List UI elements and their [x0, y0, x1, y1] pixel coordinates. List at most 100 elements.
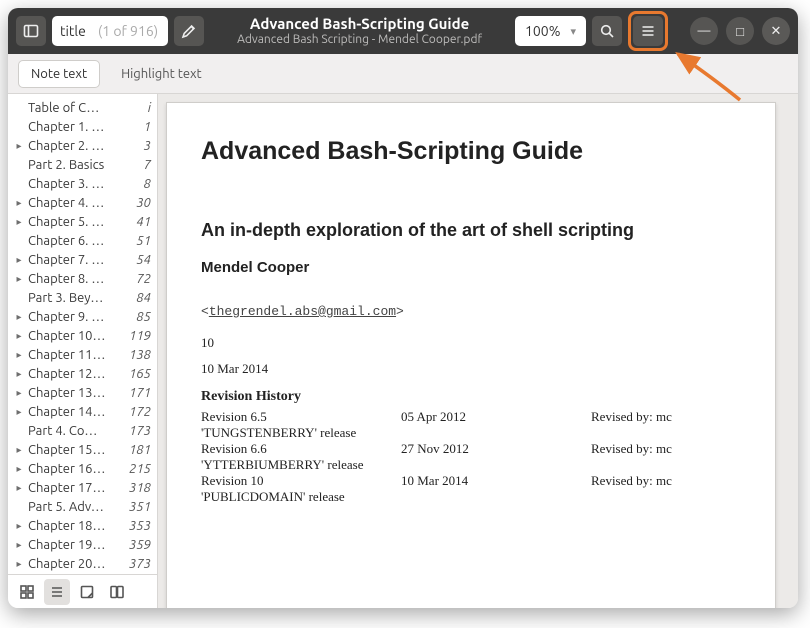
expander-icon[interactable]: ▸ [14, 216, 24, 228]
outline-row[interactable]: Chapter 6. …51 [12, 231, 153, 250]
outline-label: Part 5. Adv… [28, 500, 117, 514]
outline-row[interactable]: Chapter 1. …1 [12, 117, 153, 136]
view-outline-button[interactable] [44, 579, 70, 605]
expander-icon[interactable]: ▸ [14, 330, 24, 342]
outline-row[interactable]: ▸Chapter 11…138 [12, 345, 153, 364]
outline-row[interactable]: ▸Chapter 12…165 [12, 364, 153, 383]
outline-page: 173 [121, 424, 151, 438]
expander-icon[interactable]: ▸ [14, 368, 24, 380]
view-bookmarks-button[interactable] [104, 579, 130, 605]
zoom-value: 100% [525, 23, 560, 39]
revision-note-row: 'PUBLICDOMAIN' release [201, 489, 741, 505]
document-viewport[interactable]: Advanced Bash-Scripting Guide An in-dept… [158, 94, 798, 608]
outline-row[interactable]: Chapter 3. …8 [12, 174, 153, 193]
outline-row[interactable]: ▸ Chapter 13… 171 [12, 383, 153, 402]
expander-icon[interactable]: ▸ [14, 349, 24, 361]
outline-row[interactable]: Table of C…i [12, 98, 153, 117]
outline-row[interactable]: ▸Chapter 9. …85 [12, 307, 153, 326]
outline-label: Chapter 13… [28, 386, 117, 400]
revision-note: 'YTTERBIUMBERRY' release [201, 457, 363, 473]
titlebar: title (1 of 916) Advanced Bash-Scripting… [8, 8, 798, 54]
window-minimize-button[interactable]: ― [690, 17, 718, 45]
outline-label: Part 3. Bey… [28, 291, 117, 305]
sidepane-toggle-button[interactable] [16, 16, 46, 46]
page-content: Advanced Bash-Scripting Guide An in-dept… [166, 102, 776, 608]
outline-row[interactable]: Part 5. Adv…351 [12, 497, 153, 516]
expander-icon[interactable]: ▸ [14, 406, 24, 418]
outline-row[interactable]: ▸Chapter 7. …54 [12, 250, 153, 269]
outline-row[interactable]: ▸Chapter 14…172 [12, 402, 153, 421]
expander-icon[interactable]: ▸ [14, 140, 24, 152]
expander-icon[interactable]: ▸ [14, 463, 24, 475]
revision-id: Revision 6.6 [201, 441, 401, 457]
outline-page: 373 [121, 557, 151, 571]
page-number-value: title [52, 23, 94, 39]
outline-page: 359 [121, 538, 151, 552]
outline-label: Part 2. Basics [28, 158, 117, 172]
expander-icon[interactable]: ▸ [14, 539, 24, 551]
outline-page: 1 [121, 120, 151, 134]
chevron-down-icon: ▾ [570, 25, 576, 38]
window-close-button[interactable]: ✕ [762, 17, 790, 45]
outline-label: Chapter 18… [28, 519, 117, 533]
outline-row[interactable]: ▸Chapter 20…373 [12, 554, 153, 573]
view-thumbnails-button[interactable] [14, 579, 40, 605]
outline-page: 171 [121, 386, 151, 400]
outline-label: Chapter 7. … [28, 253, 117, 267]
outline-page: 318 [121, 481, 151, 495]
doc-h1: Advanced Bash-Scripting Guide [201, 137, 741, 166]
annotate-button[interactable] [174, 16, 204, 46]
outline-row[interactable]: ▸Chapter 18…353 [12, 516, 153, 535]
tab-note-text[interactable]: Note text [18, 60, 100, 88]
expander-icon[interactable]: ▸ [14, 558, 24, 570]
search-button[interactable] [592, 16, 622, 46]
revision-row: Revision 1010 Mar 2014Revised by: mc [201, 473, 741, 489]
window-maximize-button[interactable]: □ [726, 17, 754, 45]
expander-icon[interactable]: ▸ [14, 197, 24, 209]
outline-row[interactable]: ▸Chapter 2. …3 [12, 136, 153, 155]
grid-icon [19, 584, 35, 600]
outline-row[interactable]: ▸Chapter 17…318 [12, 478, 153, 497]
document-filename: Advanced Bash Scripting - Mendel Cooper.… [210, 33, 509, 47]
expander-icon[interactable]: ▸ [14, 387, 24, 399]
outline-row[interactable]: ▸Chapter 4. …30 [12, 193, 153, 212]
outline-label: Chapter 9. … [28, 310, 117, 324]
outline-row[interactable]: ▸Chapter 10…119 [12, 326, 153, 345]
revision-row: Revision 6.627 Nov 2012Revised by: mc [201, 441, 741, 457]
expander-icon[interactable]: ▸ [14, 520, 24, 532]
revision-note: 'TUNGSTENBERRY' release [201, 425, 356, 441]
expander-icon[interactable]: ▸ [14, 444, 24, 456]
expander-icon[interactable]: ▸ [14, 273, 24, 285]
zoom-dropdown[interactable]: 100% ▾ [515, 16, 586, 46]
window-title-group: Advanced Bash-Scripting Guide Advanced B… [210, 15, 509, 46]
outline-page: 84 [121, 291, 151, 305]
view-annotations-button[interactable] [74, 579, 100, 605]
outline-label: Chapter 8. … [28, 272, 117, 286]
expander-icon[interactable]: ▸ [14, 482, 24, 494]
search-icon [599, 23, 615, 39]
outline-row[interactable]: Part 4. Co…173 [12, 421, 153, 440]
expander-icon[interactable]: ▸ [14, 254, 24, 266]
outline-row[interactable]: ▸Chapter 5. …41 [12, 212, 153, 231]
outline-page: i [121, 101, 151, 115]
outline-row[interactable]: ▸Chapter 8. …72 [12, 269, 153, 288]
bookmark-panel-icon [109, 584, 125, 600]
outline-page: 30 [121, 196, 151, 210]
expander-icon[interactable]: ▸ [14, 311, 24, 323]
outline-row[interactable]: ▸Chapter 15…181 [12, 440, 153, 459]
main-menu-button[interactable] [633, 16, 663, 46]
revision-history-heading: Revision History [201, 389, 741, 405]
outline-row[interactable]: Part 2. Basics 7 [12, 155, 153, 174]
revision-note-row: 'TUNGSTENBERRY' release [201, 425, 741, 441]
outline-row[interactable]: ▸Chapter 16…215 [12, 459, 153, 478]
page-number-field[interactable]: title (1 of 916) [52, 16, 168, 46]
doc-email-link[interactable]: thegrendel.abs@gmail.com [209, 304, 396, 319]
outline-label: Chapter 12… [28, 367, 117, 381]
outline-page: 41 [121, 215, 151, 229]
tab-highlight-text[interactable]: Highlight text [108, 60, 215, 88]
main-split: Table of C…iChapter 1. …1▸Chapter 2. …3P… [8, 94, 798, 608]
outline-page: 7 [121, 158, 151, 172]
outline-tree[interactable]: Table of C…iChapter 1. …1▸Chapter 2. …3P… [8, 94, 157, 574]
outline-row[interactable]: Part 3. Bey… 84 [12, 288, 153, 307]
outline-row[interactable]: ▸Chapter 19…359 [12, 535, 153, 554]
